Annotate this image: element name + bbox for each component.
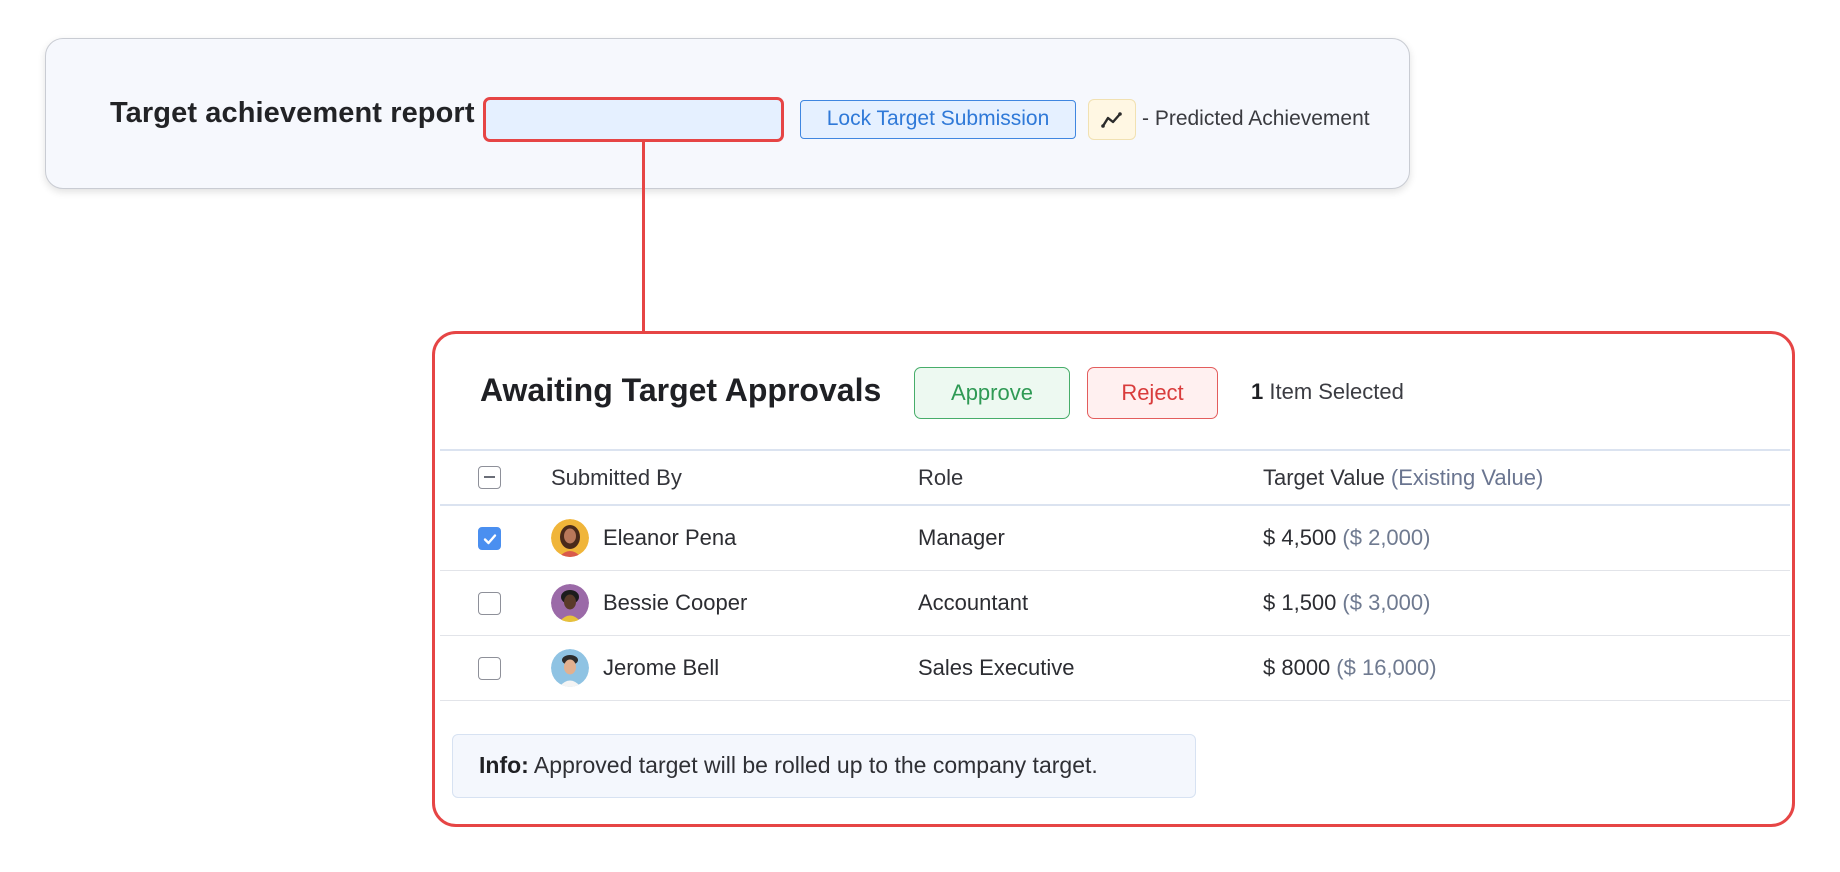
info-banner: Info: Approved target will be rolled up … xyxy=(452,734,1196,798)
target-value: $ 1,500 xyxy=(1263,590,1337,615)
submitted-by-cell: Jerome Bell xyxy=(551,636,719,700)
selected-suffix: Item Selected xyxy=(1263,379,1404,404)
callout-connector xyxy=(642,139,645,332)
target-value-cell: $ 1,500 ($ 3,000) xyxy=(1263,571,1430,635)
submitted-by-cell: Bessie Cooper xyxy=(551,571,747,635)
reject-button[interactable]: Reject xyxy=(1087,367,1218,419)
submitted-by-cell: Eleanor Pena xyxy=(551,506,736,570)
target-value: $ 4,500 xyxy=(1263,525,1337,550)
row-select-cell xyxy=(478,506,501,570)
target-value: $ 8000 xyxy=(1263,655,1331,680)
avatar xyxy=(551,519,589,557)
submitter-name: Eleanor Pena xyxy=(603,525,737,550)
table-row[interactable]: Jerome Bell Sales Executive $ 8000 ($ 16,… xyxy=(440,636,1790,701)
lock-target-submission-button[interactable]: Lock Target Submission xyxy=(800,100,1076,139)
submitter-name: Jerome Bell xyxy=(603,655,720,680)
column-submitted-by[interactable]: Submitted By xyxy=(551,451,682,504)
row-select-cell xyxy=(478,636,501,700)
role-cell: Sales Executive xyxy=(918,655,1075,680)
column-target-value[interactable]: Target Value (Existing Value) xyxy=(1263,451,1543,504)
role-cell: Manager xyxy=(918,525,1005,550)
approval-panel: Awaiting Target Approvals Approve Reject… xyxy=(432,331,1795,827)
selection-count: 1 Item Selected xyxy=(1251,379,1404,405)
row-checkbox[interactable] xyxy=(478,591,501,615)
report-title: Target achievement report xyxy=(110,97,475,129)
avatar xyxy=(551,649,589,687)
table-row[interactable]: Eleanor Pena Manager $ 4,500 ($ 2,000) xyxy=(440,506,1790,571)
predicted-achievement-legend: - Predicted Achievement xyxy=(1142,107,1370,130)
table-header: Submitted By Role Target Value (Existing … xyxy=(440,449,1790,506)
target-value-cell: $ 8000 ($ 16,000) xyxy=(1263,636,1437,700)
existing-value: ($ 2,000) xyxy=(1342,525,1431,550)
target-value-header: Target Value xyxy=(1263,464,1385,490)
row-checkbox-checked[interactable] xyxy=(478,526,501,550)
awaiting-target-approvals-button[interactable]: Awaiting Target Approvals xyxy=(486,100,781,139)
info-text: Approved target will be rolled up to the… xyxy=(528,752,1098,778)
avatar xyxy=(551,584,589,622)
row-select-cell xyxy=(478,571,501,635)
info-label: Info: xyxy=(479,752,529,778)
existing-value: ($ 3,000) xyxy=(1342,590,1431,615)
approve-button[interactable]: Approve xyxy=(914,367,1070,419)
target-value-cell: $ 4,500 ($ 2,000) xyxy=(1263,506,1430,570)
selected-count: 1 xyxy=(1251,379,1264,404)
table-row[interactable]: Bessie Cooper Accountant $ 1,500 ($ 3,000… xyxy=(440,571,1790,636)
approvals-table: Submitted By Role Target Value (Existing … xyxy=(440,449,1790,701)
submitter-name: Bessie Cooper xyxy=(603,590,748,615)
report-toolbar: Target achievement report Awaiting Targe… xyxy=(45,38,1410,189)
select-all-cell xyxy=(478,451,501,504)
column-role[interactable]: Role xyxy=(918,451,963,504)
select-all-checkbox[interactable] xyxy=(478,466,501,489)
role-cell: Accountant xyxy=(918,590,1029,615)
trend-line-icon xyxy=(1088,99,1136,140)
panel-title: Awaiting Target Approvals xyxy=(480,372,882,408)
row-checkbox[interactable] xyxy=(478,656,501,680)
existing-value-header: (Existing Value) xyxy=(1390,464,1544,490)
existing-value: ($ 16,000) xyxy=(1336,655,1437,680)
